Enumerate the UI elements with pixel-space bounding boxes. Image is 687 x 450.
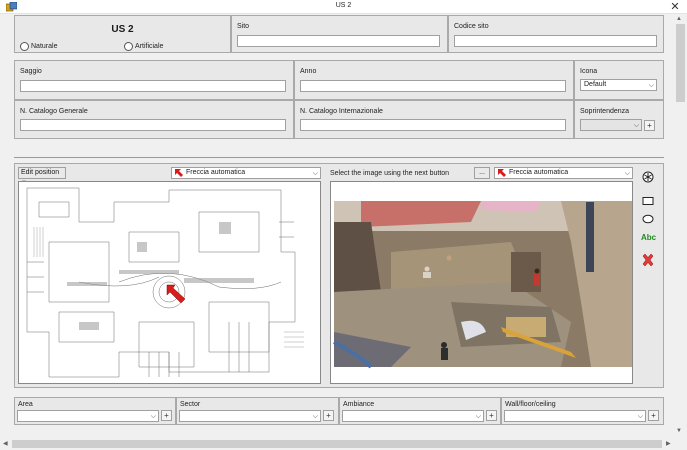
scroll-right-arrow-icon[interactable]: ▶ bbox=[666, 440, 671, 447]
sito-field[interactable] bbox=[237, 35, 440, 47]
radio-naturale[interactable] bbox=[20, 42, 29, 51]
us-title: US 2 bbox=[111, 24, 134, 35]
icona-select[interactable]: Default ⌵ bbox=[580, 79, 657, 91]
anno-field[interactable] bbox=[300, 80, 566, 92]
site-plan-image[interactable] bbox=[18, 181, 321, 384]
red-arrow-icon bbox=[498, 169, 506, 177]
sector-label: Sector bbox=[180, 401, 201, 408]
add-sector-button[interactable]: + bbox=[323, 410, 334, 421]
area-select[interactable]: ⌵ bbox=[17, 410, 159, 422]
window-title: US 2 bbox=[335, 2, 352, 9]
catalogo-generale-label: N. Catalogo Generale bbox=[20, 108, 88, 115]
anno-label: Anno bbox=[300, 68, 317, 75]
excavation-photo[interactable] bbox=[330, 181, 633, 384]
catalogo-generale-field[interactable] bbox=[20, 119, 286, 131]
site-plan-drawing bbox=[26, 187, 304, 378]
chevron-down-icon: ⌵ bbox=[648, 82, 654, 89]
radio-artificiale-label: Artificiale bbox=[135, 43, 164, 50]
add-soprintendenza-button[interactable]: + bbox=[644, 120, 655, 131]
rectangle-icon[interactable] bbox=[642, 196, 654, 206]
icona-select-value: Default bbox=[584, 81, 607, 88]
text-abc-icon[interactable]: Abc bbox=[641, 233, 656, 242]
wall-label: Wall/floor/ceiling bbox=[505, 401, 556, 408]
soprintendenza-label: Soprintendenza bbox=[580, 108, 630, 115]
area-label: Area bbox=[18, 401, 33, 408]
vertical-scroll-thumb[interactable] bbox=[676, 24, 685, 102]
chevron-down-icon: ⌵ bbox=[633, 122, 639, 129]
catalogo-internazionale-field[interactable] bbox=[300, 119, 566, 131]
catalogo-internazionale-label: N. Catalogo Internazionale bbox=[300, 108, 383, 115]
chevron-down-icon: ⌵ bbox=[624, 170, 630, 177]
soprintendenza-select[interactable]: ⌵ bbox=[580, 119, 642, 131]
right-arrow-mode-value: Freccia automatica bbox=[509, 169, 569, 176]
sector-select[interactable]: ⌵ bbox=[179, 410, 321, 422]
ambiance-label: Ambiance bbox=[343, 401, 375, 408]
asterisk-icon[interactable] bbox=[642, 171, 654, 183]
saggio-field[interactable] bbox=[20, 80, 286, 92]
scroll-up-arrow-icon[interactable]: ▲ bbox=[676, 16, 682, 22]
close-button[interactable]: ✕ bbox=[666, 0, 684, 14]
scroll-left-arrow-icon[interactable]: ◀ bbox=[3, 440, 8, 447]
red-arrow-icon bbox=[175, 169, 183, 177]
add-wall-button[interactable]: + bbox=[648, 410, 659, 421]
browse-image-button[interactable]: ... bbox=[474, 167, 490, 179]
codice-sito-panel bbox=[448, 15, 664, 53]
left-arrow-mode-value: Freccia automatica bbox=[186, 169, 246, 176]
chevron-down-icon: ⌵ bbox=[150, 413, 156, 420]
select-image-label: Select the image using the next button bbox=[330, 170, 450, 177]
delete-icon[interactable] bbox=[641, 253, 655, 267]
codice-sito-field[interactable] bbox=[454, 35, 657, 47]
left-arrow-mode-select[interactable]: Freccia automatica ⌵ bbox=[171, 167, 321, 179]
chevron-down-icon: ⌵ bbox=[312, 170, 318, 177]
excavation-photo-image bbox=[331, 182, 632, 383]
edit-position-label: Edit position bbox=[21, 169, 60, 176]
sito-label: Sito bbox=[237, 23, 250, 30]
add-area-button[interactable]: + bbox=[161, 410, 172, 421]
codice-sito-label: Codice sito bbox=[454, 23, 489, 30]
edit-position-button[interactable]: Edit position ▼ bbox=[18, 167, 66, 186]
radio-naturale-label: Naturale bbox=[31, 43, 58, 50]
horizontal-scroll-thumb[interactable] bbox=[12, 440, 662, 448]
ellipse-icon[interactable] bbox=[642, 214, 654, 224]
icona-label: Icona bbox=[580, 68, 598, 75]
section-divider bbox=[14, 157, 664, 158]
chevron-down-icon: ⌵ bbox=[312, 413, 318, 420]
add-ambiance-button[interactable]: + bbox=[486, 410, 497, 421]
scroll-down-arrow-icon[interactable]: ▼ bbox=[676, 428, 682, 434]
right-arrow-mode-select[interactable]: Freccia automatica ⌵ bbox=[494, 167, 633, 179]
saggio-label: Saggio bbox=[20, 68, 42, 75]
sito-panel bbox=[231, 15, 448, 53]
ambiance-select[interactable]: ⌵ bbox=[342, 410, 484, 422]
wall-select[interactable]: ⌵ bbox=[504, 410, 646, 422]
chevron-down-icon: ⌵ bbox=[475, 413, 481, 420]
radio-artificiale[interactable] bbox=[124, 42, 133, 51]
chevron-down-icon: ⌵ bbox=[637, 413, 643, 420]
